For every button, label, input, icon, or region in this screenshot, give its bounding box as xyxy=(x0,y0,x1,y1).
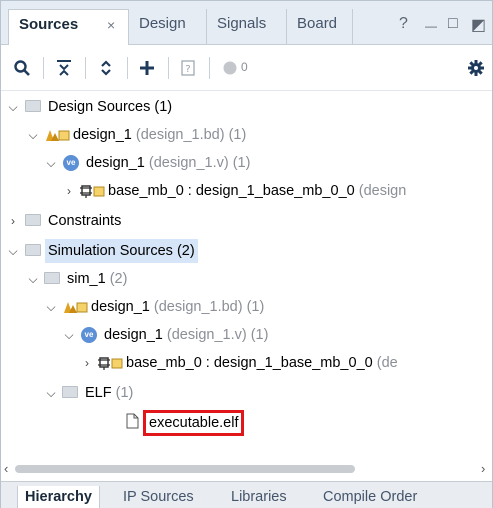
toolbar: ? 0 xyxy=(1,45,492,91)
sources-panel: Sources × Design Signals Board ? — □ ◩ ? xyxy=(0,0,493,508)
chevron-down-icon[interactable]: ⌵ xyxy=(27,267,39,291)
tree-label: design_1 (design_1.bd) (1) xyxy=(73,127,247,143)
tab-sources[interactable]: Sources × xyxy=(8,9,129,45)
properties-icon[interactable]: ? xyxy=(177,57,199,79)
chevron-right-icon[interactable]: › xyxy=(7,209,19,233)
tree-label: Constraints xyxy=(48,213,122,229)
folder-icon xyxy=(62,386,78,398)
verilog-icon: ve xyxy=(81,327,97,343)
chevron-down-icon[interactable]: ⌵ xyxy=(7,239,19,263)
tree-label: Design Sources (1) xyxy=(48,99,173,115)
scroll-left-icon[interactable]: ‹ xyxy=(4,461,8,476)
chevron-down-icon[interactable]: ⌵ xyxy=(27,123,39,147)
tree-label: design_1 (design_1.v) (1) xyxy=(86,155,251,171)
tab-ip-sources[interactable]: IP Sources xyxy=(123,486,194,508)
tab-signals[interactable]: Signals xyxy=(207,9,287,45)
tree-label: Simulation Sources (2) xyxy=(45,239,198,263)
float-icon[interactable]: ◩ xyxy=(471,15,486,35)
add-sources-icon[interactable] xyxy=(136,57,158,79)
svg-text:?: ? xyxy=(185,64,190,75)
expand-all-icon[interactable] xyxy=(95,57,117,79)
verilog-icon: ve xyxy=(63,155,79,171)
status-dot-icon xyxy=(219,57,241,79)
folder-icon xyxy=(25,100,41,112)
tab-board[interactable]: Board xyxy=(287,9,353,45)
minimize-icon[interactable]: — xyxy=(425,19,437,33)
tab-libraries[interactable]: Libraries xyxy=(231,486,287,508)
tab-sources-label: Sources xyxy=(19,16,79,33)
tab-bar: Sources × Design Signals Board ? — □ ◩ xyxy=(1,1,492,45)
ip-core-icon xyxy=(97,355,123,379)
chevron-down-icon[interactable]: ⌵ xyxy=(7,95,19,119)
block-design-icon xyxy=(44,127,70,151)
tree-label: ELF (1) xyxy=(85,385,134,401)
tree-label: design_1 (design_1.v) (1) xyxy=(104,327,269,343)
tree-label: design_1 (design_1.bd) (1) xyxy=(91,299,265,315)
tab-design[interactable]: Design xyxy=(129,9,207,45)
file-icon xyxy=(126,413,139,437)
scrollbar-thumb[interactable] xyxy=(15,465,355,473)
chevron-down-icon[interactable]: ⌵ xyxy=(45,295,57,319)
collapse-all-icon[interactable] xyxy=(53,57,75,79)
status-count: 0 xyxy=(241,60,248,74)
sources-tree: ⌵ Design Sources (1) ⌵ design_1 (design_… xyxy=(1,91,492,451)
chevron-down-icon[interactable]: ⌵ xyxy=(63,323,75,347)
search-icon[interactable] xyxy=(11,57,33,79)
horizontal-scrollbar[interactable]: ‹ › xyxy=(1,457,492,477)
help-icon[interactable]: ? xyxy=(399,15,408,33)
bottom-tab-bar: Hierarchy IP Sources Libraries Compile O… xyxy=(1,481,492,508)
tree-label: sim_1 (2) xyxy=(67,271,128,287)
tab-compile-order[interactable]: Compile Order xyxy=(323,486,417,508)
tab-hierarchy[interactable]: Hierarchy xyxy=(17,486,100,508)
tree-label: base_mb_0 : design_1_base_mb_0_0 (de xyxy=(126,355,398,371)
folder-icon xyxy=(25,214,41,226)
chevron-down-icon[interactable]: ⌵ xyxy=(45,151,57,175)
scroll-right-icon[interactable]: › xyxy=(481,461,485,476)
chevron-down-icon[interactable]: ⌵ xyxy=(45,381,57,405)
ip-core-icon xyxy=(79,183,105,207)
tree-label: base_mb_0 : design_1_base_mb_0_0 (design xyxy=(108,183,407,199)
chevron-right-icon[interactable]: › xyxy=(81,351,93,375)
gear-icon[interactable] xyxy=(465,57,487,79)
folder-icon xyxy=(25,244,41,256)
selected-file-label: executable.elf xyxy=(143,410,245,436)
block-design-icon xyxy=(62,299,88,323)
close-icon[interactable]: × xyxy=(107,10,115,40)
restore-icon[interactable]: □ xyxy=(448,15,458,33)
chevron-right-icon[interactable]: › xyxy=(63,179,75,203)
folder-icon xyxy=(44,272,60,284)
